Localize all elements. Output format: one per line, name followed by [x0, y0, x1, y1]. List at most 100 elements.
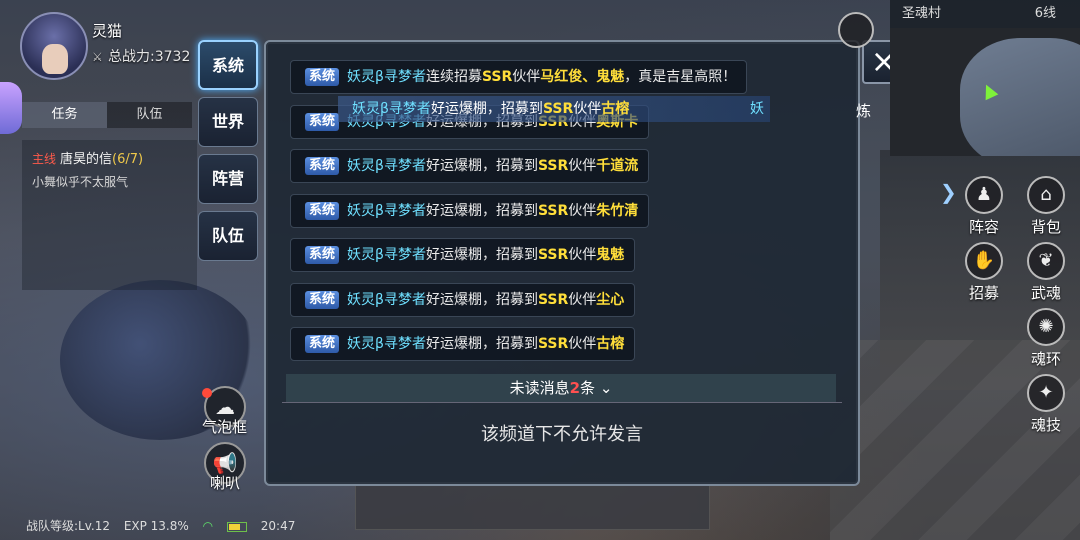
side-menu-label[interactable]: 炼: [856, 100, 871, 121]
minimap-header[interactable]: 圣魂村 6线: [890, 0, 1080, 28]
banner-tail: 妖: [750, 101, 764, 117]
banner-ssr: SSR: [542, 101, 574, 117]
message-post: ，真是吉星高照！: [624, 69, 737, 85]
divider: [282, 402, 842, 403]
chat-message: 系统 妖灵β寻梦者好运爆棚，招募到SSR伙伴尘心: [290, 283, 636, 317]
message-ssr: SSR: [537, 203, 569, 219]
status-bar: 战队等级:Lv.12 EXP 13.8% ◠ 20:47: [0, 512, 320, 540]
side-orb-button[interactable]: [0, 82, 22, 134]
banner-text: 好运爆棚，招募到: [430, 101, 543, 117]
message-text: 好运爆棚，招募到: [425, 292, 538, 308]
chat-message: 系统 妖灵β寻梦者连续招募SSR伙伴马红俊、鬼魅，真是吉星高照！: [290, 60, 748, 94]
double-chevron-down-icon: ⌄: [599, 379, 613, 397]
chat-message: 系统 妖灵β寻梦者好运爆棚，招募到SSR伙伴古榕: [290, 327, 636, 361]
message-user[interactable]: 妖灵β寻梦者: [347, 203, 426, 219]
notification-dot: [202, 388, 212, 398]
bubble-label: 气泡框: [202, 418, 248, 436]
quest-tag: 主线: [32, 152, 57, 166]
message-partner: 千道流: [596, 158, 639, 174]
unread-count: 2: [569, 379, 581, 397]
system-badge: 系统: [305, 68, 340, 86]
message-user[interactable]: 妖灵β寻梦者: [347, 292, 426, 308]
banner-mid: 伙伴: [573, 101, 602, 117]
recruit-icon: ✋: [965, 242, 1003, 280]
message-mid: 伙伴: [512, 69, 541, 85]
tab-world[interactable]: 世界: [198, 97, 258, 147]
clock: 20:47: [260, 519, 296, 533]
message-mid: 伙伴: [568, 292, 597, 308]
message-partner: 马红俊、鬼魅: [540, 69, 625, 85]
recruit-banner: 妖灵β寻梦者好运爆棚，招募到SSR伙伴古榕 妖: [338, 96, 770, 122]
message-partner: 古榕: [596, 336, 625, 352]
message-user[interactable]: 妖灵β寻梦者: [347, 69, 426, 85]
quest-progress: (6/7): [112, 152, 144, 167]
message-mid: 伙伴: [568, 158, 597, 174]
power-value: 3732: [154, 49, 191, 65]
message-partner: 尘心: [596, 292, 625, 308]
message-text: 连续招募: [425, 69, 482, 85]
message-partner: 鬼魅: [596, 247, 625, 263]
message-ssr: SSR: [481, 69, 513, 85]
server-line[interactable]: 6线: [1035, 0, 1056, 28]
message-text: 好运爆棚，招募到: [425, 158, 538, 174]
quest-tracker[interactable]: 主线 唐昊的信(6/7) 小舞似乎不太服气: [22, 140, 197, 290]
menu-team[interactable]: ♟ 阵容: [956, 176, 1012, 238]
banner-partner: 古榕: [601, 101, 630, 117]
system-badge: 系统: [305, 113, 340, 131]
menu-soul-ring-label: 魂环: [1030, 350, 1061, 368]
horn-label: 喇叭: [210, 474, 241, 492]
location-name: 圣魂村: [902, 6, 942, 21]
player-name: 灵猫: [92, 22, 123, 40]
menu-bag-label: 背包: [1030, 218, 1061, 236]
unread-messages-button[interactable]: 未读消息2条 ⌄: [286, 374, 836, 402]
message-ssr: SSR: [537, 247, 569, 263]
message-ssr: SSR: [537, 158, 569, 174]
system-badge: 系统: [305, 291, 340, 309]
menu-martial-soul-label: 武魂: [1030, 284, 1061, 302]
soul-skill-icon: ✦: [1027, 374, 1065, 412]
tab-team-channel[interactable]: 队伍: [198, 211, 258, 261]
message-mid: 伙伴: [568, 247, 597, 263]
top-menu-icon[interactable]: [838, 12, 874, 48]
stone-ground-scenery: [830, 340, 1080, 540]
menu-soul-skill-label: 魂技: [1030, 416, 1061, 434]
tab-system[interactable]: 系统: [198, 40, 258, 90]
message-user[interactable]: 妖灵β寻梦者: [347, 336, 426, 352]
crossed-swords-icon: ⚔: [92, 50, 103, 64]
menu-recruit-label: 招募: [968, 284, 999, 302]
system-badge: 系统: [305, 335, 340, 353]
player-avatar[interactable]: [20, 12, 88, 80]
menu-recruit[interactable]: ✋ 招募: [956, 242, 1012, 304]
message-user[interactable]: 妖灵β寻梦者: [347, 247, 426, 263]
wifi-icon: ◠: [202, 519, 214, 533]
message-text: 好运爆棚，招募到: [425, 247, 538, 263]
message-mid: 伙伴: [568, 203, 597, 219]
menu-martial-soul[interactable]: ❦ 武魂: [1018, 242, 1074, 304]
chevron-right-icon[interactable]: ❯: [940, 180, 957, 204]
menu-soul-skill[interactable]: ✦ 魂技: [1018, 374, 1074, 436]
unread-prefix: 未读消息: [509, 379, 570, 397]
message-user[interactable]: 妖灵β寻梦者: [347, 158, 426, 174]
menu-team-label: 阵容: [968, 218, 999, 236]
menu-bag[interactable]: ⌂ 背包: [1018, 176, 1074, 238]
martial-soul-icon: ❦: [1027, 242, 1065, 280]
quest-title: 唐昊的信: [60, 152, 113, 167]
message-text: 好运爆棚，招募到: [425, 203, 538, 219]
power-label: 总战力:: [108, 49, 155, 65]
system-badge: 系统: [305, 157, 340, 175]
unread-suffix: 条: [580, 379, 596, 397]
system-badge: 系统: [305, 202, 340, 220]
tab-faction[interactable]: 阵营: [198, 154, 258, 204]
message-ssr: SSR: [537, 292, 569, 308]
chat-message: 系统 妖灵β寻梦者好运爆棚，招募到SSR伙伴千道流: [290, 149, 650, 183]
tab-quests[interactable]: 任务: [22, 102, 107, 128]
banner-user: 妖灵β寻梦者: [352, 101, 431, 117]
menu-soul-ring[interactable]: ✺ 魂环: [1018, 308, 1074, 370]
exp-percent: EXP 13.8%: [123, 519, 189, 533]
team-icon: ♟: [965, 176, 1003, 214]
chat-message: 系统 妖灵β寻梦者好运爆棚，招募到SSR伙伴鬼魅: [290, 238, 636, 272]
message-mid: 伙伴: [568, 336, 597, 352]
no-speak-notice: 该频道下不允许发言: [481, 424, 643, 445]
soul-ring-icon: ✺: [1027, 308, 1065, 346]
tab-team[interactable]: 队伍: [107, 102, 192, 128]
